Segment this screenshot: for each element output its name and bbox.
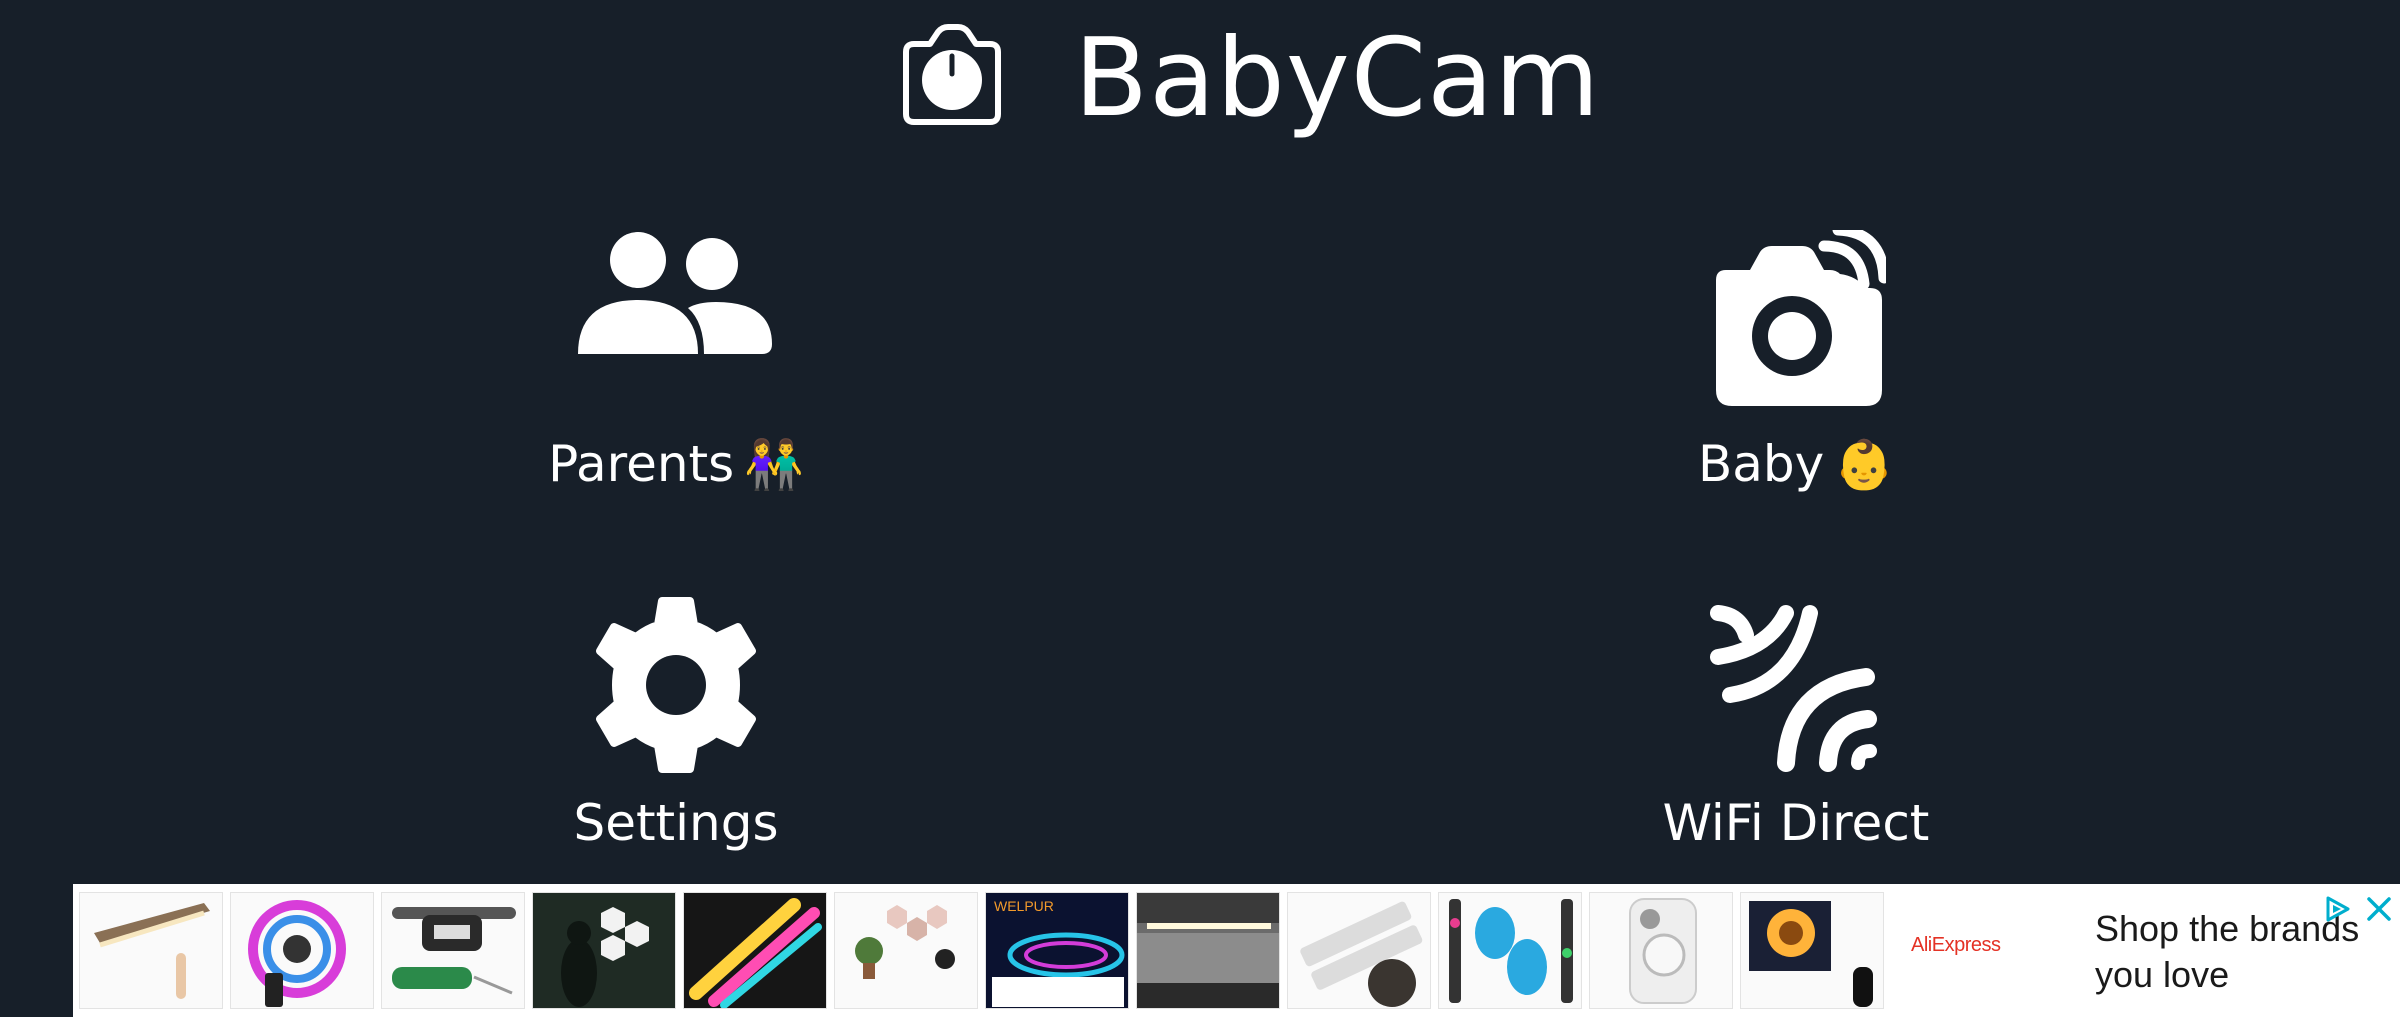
couple-emoji-icon: 👫 xyxy=(744,437,804,493)
ad-choices-icon[interactable] xyxy=(2322,894,2352,924)
app-header: BabyCam xyxy=(0,14,2400,144)
ad-thumbnail[interactable] xyxy=(532,892,676,1009)
camera-lens-icon xyxy=(903,24,1001,125)
ad-thumbnail[interactable] xyxy=(381,892,525,1009)
svg-text:WELPUR: WELPUR xyxy=(994,898,1054,914)
ad-thumbnail[interactable] xyxy=(1589,892,1733,1009)
app-root: BabyCam Parents 👫 Baby 👶 Settings WiFi D… xyxy=(0,0,2400,1017)
camera-broadcast-icon xyxy=(1716,230,1886,406)
settings-label: Settings xyxy=(573,794,779,852)
ad-thumbnail[interactable] xyxy=(79,892,223,1009)
ad-thumbnail[interactable]: WELPUR xyxy=(985,892,1129,1009)
baby-button[interactable]: Baby 👶 xyxy=(1536,230,2056,530)
ad-thumbnails: WELPUR xyxy=(79,892,1884,1009)
ad-thumbnail[interactable] xyxy=(1136,892,1280,1009)
ad-thumbnail[interactable] xyxy=(230,892,374,1009)
wifi-direct-label: WiFi Direct xyxy=(1662,794,1930,852)
wifi-direct-button[interactable]: WiFi Direct xyxy=(1536,595,2056,895)
gear-icon xyxy=(596,597,756,773)
ad-thumbnail[interactable] xyxy=(683,892,827,1009)
baby-emoji-icon: 👶 xyxy=(1834,437,1895,493)
wifi-signal-icon xyxy=(1710,605,1877,772)
ad-thumbnail[interactable] xyxy=(1287,892,1431,1009)
app-title: BabyCam xyxy=(1074,16,1601,141)
parents-label-text: Parents xyxy=(548,435,735,493)
baby-label: Baby 👶 xyxy=(1536,434,2056,495)
people-icon xyxy=(578,232,772,354)
ad-thumbnail[interactable] xyxy=(1438,892,1582,1009)
ad-thumbnail[interactable] xyxy=(834,892,978,1009)
parents-button[interactable]: Parents 👫 xyxy=(416,230,936,530)
baby-label-text: Baby xyxy=(1697,435,1825,493)
ad-brand-logo[interactable]: AliExpress xyxy=(1911,934,2001,957)
parents-label: Parents 👫 xyxy=(416,434,936,495)
close-icon[interactable] xyxy=(2364,894,2394,924)
ad-thumbnail[interactable] xyxy=(1740,892,1884,1009)
settings-button[interactable]: Settings xyxy=(416,595,936,895)
ad-banner[interactable]: WELPUR AliExpress Shop the brands you lo… xyxy=(73,884,2400,1017)
